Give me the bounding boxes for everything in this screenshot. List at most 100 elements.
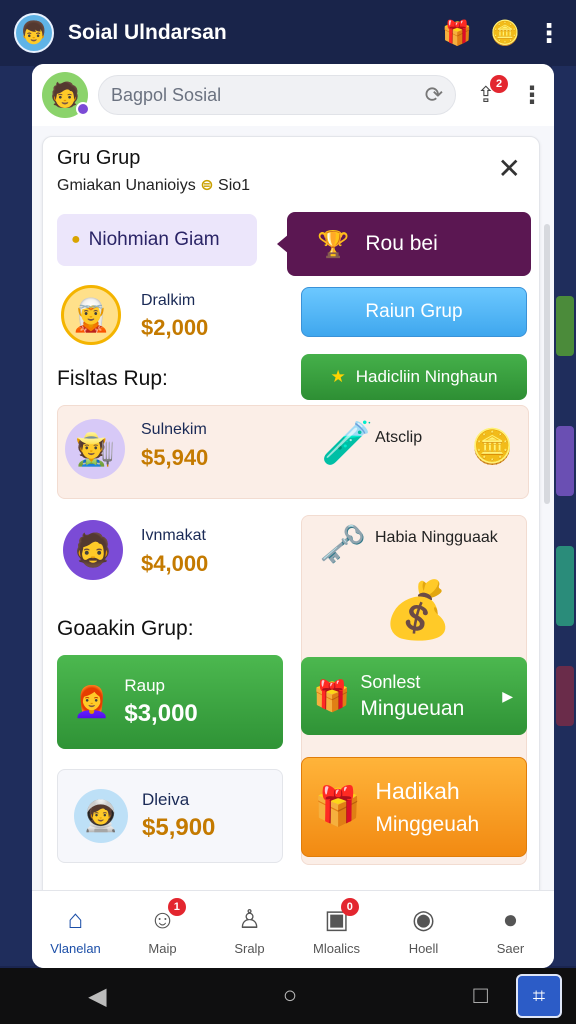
search-placeholder: Bagpol Sosial bbox=[111, 84, 222, 105]
share-badge: 2 bbox=[490, 75, 508, 93]
top-app-bar: 👦 Soial Ulndarsan 🎁 🪙 ⋮ bbox=[0, 0, 576, 66]
coin-icon: 🪙 bbox=[471, 428, 514, 466]
member-amount: $4,000 bbox=[141, 551, 209, 576]
nav-label: Saer bbox=[496, 940, 525, 956]
member-info: Raup $3,000 bbox=[124, 676, 197, 728]
qr-icon[interactable]: ⌗ bbox=[516, 974, 562, 1018]
cup-icon: 🏆 bbox=[317, 228, 350, 259]
nav-badge: 0 bbox=[340, 897, 359, 916]
nav-label: Hoell bbox=[408, 940, 439, 956]
pin-icon: ● bbox=[71, 231, 81, 248]
gift-icon[interactable]: 🎁 bbox=[438, 14, 476, 52]
member-name: Dleiva bbox=[142, 790, 190, 809]
user-icon: ● bbox=[502, 903, 519, 934]
chest-line1: Sonlest bbox=[360, 671, 421, 692]
close-icon[interactable]: ✕ bbox=[498, 155, 521, 183]
more-icon[interactable]: ⋮ bbox=[520, 81, 544, 110]
member-avatar[interactable]: 🧝 bbox=[61, 285, 121, 345]
nav-badge: 1 bbox=[167, 897, 186, 916]
nav-item-friends[interactable]: ♙ Sralp bbox=[206, 891, 293, 968]
member-name: Sulnekim bbox=[141, 421, 207, 438]
main-panel: 🧑 Bagpol Sosial ⟳ ⇪ 2 ⋮ Gru Grup Gmiakan … bbox=[32, 64, 554, 968]
message-icon: ▣ 0 bbox=[324, 897, 359, 935]
background-left bbox=[0, 66, 34, 966]
reward-pill-label: Rou bei bbox=[365, 232, 438, 255]
member-avatar: 🧑‍🚀 bbox=[74, 789, 128, 843]
nav-item-profile[interactable]: ● Saer bbox=[467, 891, 554, 968]
group-card: Gru Grup Gmiakan Unanioiys ⊜ Sio1 ✕ ● Ni… bbox=[42, 136, 540, 938]
member-card[interactable]: 👩‍🦰 Raup $3,000 bbox=[57, 655, 283, 749]
weekly-gift-card[interactable]: 🎁 Hadikah Minggeuah bbox=[301, 757, 527, 857]
refresh-icon[interactable]: ⟳ bbox=[425, 82, 443, 108]
member-amount: $3,000 bbox=[124, 700, 198, 727]
more-vert-icon[interactable]: ⋮ bbox=[536, 18, 562, 49]
join-group-button[interactable]: Raiun Grup bbox=[301, 287, 527, 337]
avatar-icon[interactable]: 👦 bbox=[14, 13, 54, 53]
recents-icon[interactable]: □ bbox=[473, 982, 488, 1010]
nav-label: Vlanelan bbox=[50, 940, 101, 956]
back-icon[interactable]: ◀ bbox=[88, 982, 106, 1011]
nav-item-home[interactable]: ⌂ Vlanelan bbox=[32, 891, 119, 968]
scrollbar[interactable] bbox=[544, 224, 550, 504]
member-name: Dralkim bbox=[141, 292, 196, 309]
star-icon: ★ bbox=[330, 367, 346, 386]
invite-pill[interactable]: ● Niohmian Giam bbox=[57, 214, 257, 266]
nav-label: Sralp bbox=[234, 940, 265, 956]
face-icon: ☺ 1 bbox=[149, 897, 186, 935]
weekly-chest-card[interactable]: 🎁 Sonlest Mingueuan ▶ bbox=[301, 657, 527, 735]
subtitle-coin-text: Sio1 bbox=[218, 177, 251, 194]
member-avatar[interactable]: 🧑‍🌾 bbox=[65, 419, 125, 479]
nav-label: Mloalics bbox=[313, 940, 360, 956]
nav-label: Maip bbox=[148, 940, 177, 956]
section-heading: Fisltas Rup: bbox=[57, 367, 168, 390]
profile-avatar[interactable]: 🧑 bbox=[42, 72, 90, 118]
key-icon: 🗝️ bbox=[319, 524, 367, 566]
search-row: 🧑 Bagpol Sosial ⟳ ⇪ 2 ⋮ bbox=[32, 64, 554, 126]
person-icon: ♙ bbox=[237, 903, 262, 934]
chest-icon: 🎁 bbox=[313, 679, 351, 713]
coin-icon: ⊜ bbox=[200, 177, 214, 194]
member-name: Raup bbox=[124, 676, 165, 695]
share-icon[interactable]: ⇪ 2 bbox=[470, 75, 508, 111]
nav-item-messages[interactable]: ▣ 0 Mloalics bbox=[293, 891, 380, 968]
section-heading: Goaakin Grup: bbox=[57, 617, 194, 640]
potion-icon: 🧪 bbox=[321, 419, 374, 466]
chest-tile-label: Habia Ningguaak bbox=[375, 529, 498, 546]
nav-item-map[interactable]: ☺ 1 Maip bbox=[119, 891, 206, 968]
weekly-reward-button[interactable]: ★ Hadicliin Ninghaun bbox=[301, 354, 527, 400]
home-icon: ⌂ bbox=[67, 903, 84, 934]
card-subtitle: Gmiakan Unanioiys ⊜ Sio1 bbox=[57, 175, 250, 195]
gift-box-icon: 🎁 bbox=[314, 786, 362, 828]
app-title: Soial Ulndarsan bbox=[68, 21, 227, 44]
chevron-right-icon: ▶ bbox=[502, 687, 513, 704]
member-card[interactable]: 🧑‍🚀 Dleiva $5,900 bbox=[57, 769, 283, 863]
member-amount: $5,940 bbox=[141, 445, 209, 470]
card-title: Gru Grup bbox=[57, 147, 141, 169]
subtitle-text: Gmiakan Unanioiys bbox=[57, 177, 196, 194]
treasure-icon: 💰 bbox=[383, 578, 453, 641]
tile-label: Atsclip bbox=[375, 429, 423, 446]
reward-pill[interactable]: 🏆 Rou bei bbox=[277, 212, 531, 276]
home-circle-icon[interactable]: ○ bbox=[283, 982, 298, 1010]
coins-icon[interactable]: 🪙 bbox=[486, 14, 524, 52]
chest-info: Sonlest Mingueuan bbox=[360, 672, 502, 721]
member-amount: $2,000 bbox=[141, 315, 209, 340]
search-input[interactable]: Bagpol Sosial ⟳ bbox=[98, 75, 456, 115]
bottom-nav: ⌂ Vlanelan ☺ 1 Maip ♙ Sralp ▣ 0 Mloalics ◉… bbox=[32, 890, 554, 968]
member-avatar: 👩‍🦰 bbox=[73, 685, 111, 719]
member-amount: $5,900 bbox=[142, 814, 216, 841]
member-info: Dleiva $5,900 bbox=[142, 790, 215, 842]
nav-item-world[interactable]: ◉ Hoell bbox=[380, 891, 467, 968]
status-dot bbox=[76, 102, 90, 116]
gift-line1: Hadikah bbox=[375, 777, 460, 804]
background-right bbox=[552, 66, 576, 966]
member-avatar[interactable]: 🧔 bbox=[63, 520, 123, 580]
system-nav-bar: ◀ ○ □ bbox=[0, 968, 576, 1024]
chest-line2: Mingueuan bbox=[360, 696, 465, 720]
member-name: Ivnmakat bbox=[141, 527, 206, 544]
gift-info: Hadikah Minggeuah bbox=[375, 778, 479, 837]
invite-pill-label: Niohmian Giam bbox=[88, 229, 220, 250]
globe-icon: ◉ bbox=[412, 903, 435, 934]
reward-tile[interactable] bbox=[57, 405, 529, 499]
weekly-reward-label: Hadicliin Ninghaun bbox=[355, 367, 498, 386]
